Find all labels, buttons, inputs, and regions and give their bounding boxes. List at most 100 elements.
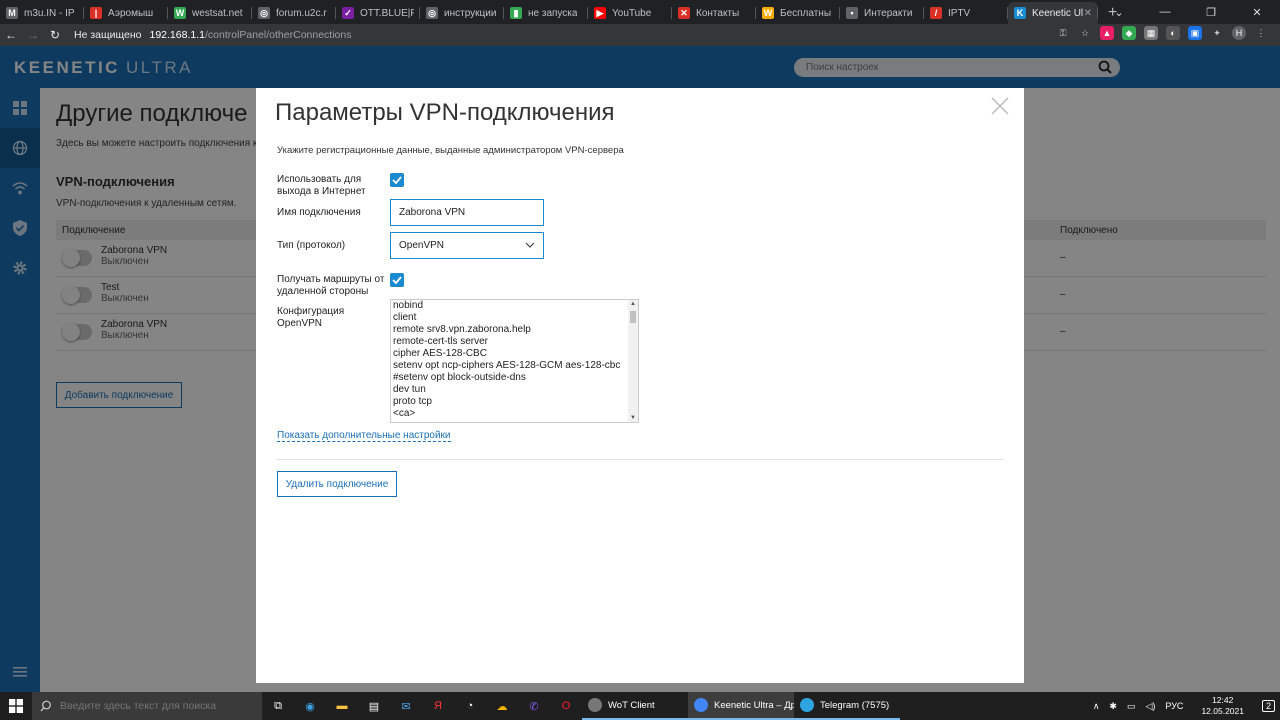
tab-title: Бесплатны [780,7,832,19]
browser-tab[interactable]: K Keenetic Ul ✕ [1008,2,1098,24]
receive-routes-checkbox[interactable] [390,273,404,287]
close-icon[interactable]: ✕ [1234,0,1280,24]
scroll-thumb[interactable] [630,311,636,323]
taskbar-app-label: Keenetic Ultra – Др... [714,699,794,711]
taskbar-app-wot[interactable]: WoT Client [582,692,688,720]
forward-arrow-icon[interactable]: → [22,28,44,42]
chevron-down-icon [525,241,535,252]
browser-tab[interactable]: Wwestsat.net [168,2,252,24]
dialog-intro: Укажите регистрационные данные, выданные… [277,145,624,156]
config-line: nobind [393,300,424,311]
tab-favicon-icon: | [90,7,102,19]
scroll-down-icon[interactable]: ▼ [630,415,636,421]
chevron-up-icon[interactable]: ∧ [1093,701,1100,712]
check-icon [392,276,402,284]
browser-tab[interactable]: ◎ инструкции [420,2,504,24]
edge-icon[interactable]: ◉ [294,692,326,720]
close-icon[interactable] [990,96,1014,120]
dialog-title: Параметры VPN-подключения [275,99,615,126]
tab-favicon-icon: ▮ [510,7,522,19]
browser-tab[interactable]: | Аэромыш [84,2,168,24]
viber-icon[interactable]: ✆ [518,692,550,720]
profile-avatar[interactable]: Н [1232,26,1246,40]
taskbar-search-input[interactable] [60,700,240,712]
divider [277,459,1005,460]
config-line: #setenv opt block-outside-dns [393,372,526,383]
taskbar-search[interactable] [32,692,262,720]
url-field[interactable]: Не защищено 192.168.1.1 /controlPanel/ot… [74,29,351,41]
browser-tab[interactable]: W Бесплатны [756,2,840,24]
volume-icon[interactable]: ◁) [1145,701,1155,712]
browser-tab[interactable]: ▮ не запуска [504,2,588,24]
language-indicator[interactable]: РУС [1165,701,1183,711]
chevron-down-icon[interactable]: ⌄ [1096,0,1142,24]
menu-dots-icon[interactable]: ⋮ [1254,26,1268,40]
speedometer-icon[interactable]: ◔ [454,692,486,720]
task-view-icon[interactable]: ⧉ [262,692,294,720]
opera-icon[interactable]: O [550,692,582,720]
vpn-settings-dialog: Параметры VPN-подключения Укажите регист… [256,88,1024,683]
browser-tab[interactable]: ✕ Контакты [672,2,756,24]
tab-title: инструкции [444,7,497,19]
tab-favicon-icon: W [762,7,774,19]
openvpn-config-textarea[interactable]: nobind client remote srv8.vpn.zaborona.hel… [390,299,639,423]
tab-title: Keenetic Ul [1032,7,1084,19]
windows-start-icon[interactable] [0,692,32,720]
minimize-icon[interactable]: — [1142,0,1188,24]
use-internet-checkbox[interactable] [390,173,404,187]
receive-routes-label: Получать маршруты от удаленной стороны [277,274,385,297]
tab-title: westsat.net [192,7,243,19]
cloud-icon[interactable]: ☁ [486,692,518,720]
star-icon[interactable]: ☆ [1078,26,1092,40]
bluetooth-icon[interactable]: ✱ [1109,701,1117,712]
puzzle-icon[interactable]: ✦ [1210,26,1224,40]
tab-title: не запуска [528,7,578,19]
extension-icon[interactable]: ▲ [1100,26,1114,40]
connection-name-label: Имя подключения [277,207,361,218]
browser-tab[interactable]: ◎ forum.u2c.r [252,2,336,24]
maximize-icon[interactable]: ❐ [1188,0,1234,24]
config-scrollbar[interactable]: ▲ ▼ [628,300,638,422]
tab-close-icon[interactable]: ✕ [1084,8,1092,19]
store-icon[interactable]: ▤ [358,692,390,720]
browser-tab[interactable]: Mm3u.IN - IP [0,2,84,24]
tab-title: Аэромыш [108,7,154,19]
tab-favicon-icon: M [6,7,18,19]
connection-name-input[interactable] [390,199,544,226]
browser-tab[interactable]: ✓ OTT.BLUE|P [336,2,420,24]
tab-title: forum.u2c.r [276,7,327,19]
notification-icon[interactable]: 2 [1261,700,1275,712]
show-more-settings-link[interactable]: Показать дополнительные настройки [277,430,451,442]
extension-icon[interactable]: ◐ [1166,26,1180,40]
extension-icon[interactable]: ▦ [1144,26,1158,40]
system-tray: ∧ ✱ ▭ ◁) РУС 12:42 12.05.2021 2 [1088,692,1280,720]
shield-icon[interactable]: ◆ [1122,26,1136,40]
browser-tab[interactable]: ▪ Интеракти [840,2,924,24]
browser-tab[interactable]: ▶ YouTube [588,2,672,24]
network-icon[interactable]: ▭ [1127,701,1136,712]
back-arrow-icon[interactable]: ← [0,28,22,42]
telegram-icon [800,698,814,712]
taskbar-app-telegram[interactable]: Telegram (7575) [794,692,900,720]
folder-icon[interactable]: ▬ [326,692,358,720]
protocol-type-select[interactable]: OpenVPN [390,232,544,259]
key-icon[interactable]: ⚿ [1056,26,1070,40]
extension-icons: ⚿ ☆ ▲ ◆ ▦ ◐ ▣ ✦ Н ⋮ [1056,26,1268,40]
url-host: 192.168.1.1 [149,29,205,41]
reload-icon[interactable]: ↻ [44,28,66,42]
taskbar-app-chrome[interactable]: Keenetic Ultra – Др... [688,692,794,720]
scroll-up-icon[interactable]: ▲ [630,301,636,307]
config-line: setenv opt ncp-ciphers AES-128-GCM aes-1… [393,360,621,371]
tab-title: m3u.IN - IP [24,7,75,19]
tab-favicon-icon: K [1014,7,1026,19]
clock[interactable]: 12:42 12.05.2021 [1196,695,1249,717]
yandex-icon[interactable]: Я [422,692,454,720]
extension-icon[interactable]: ▣ [1188,26,1202,40]
tab-favicon-icon: W [174,7,186,19]
browser-tab[interactable]: / IPTV [924,2,1008,24]
config-line: cipher AES-128-CBC [393,348,487,359]
delete-connection-button[interactable]: Удалить подключение [277,471,397,497]
mail-icon[interactable]: ✉ [390,692,422,720]
tab-favicon-icon: / [930,7,942,19]
wot-icon [588,698,602,712]
